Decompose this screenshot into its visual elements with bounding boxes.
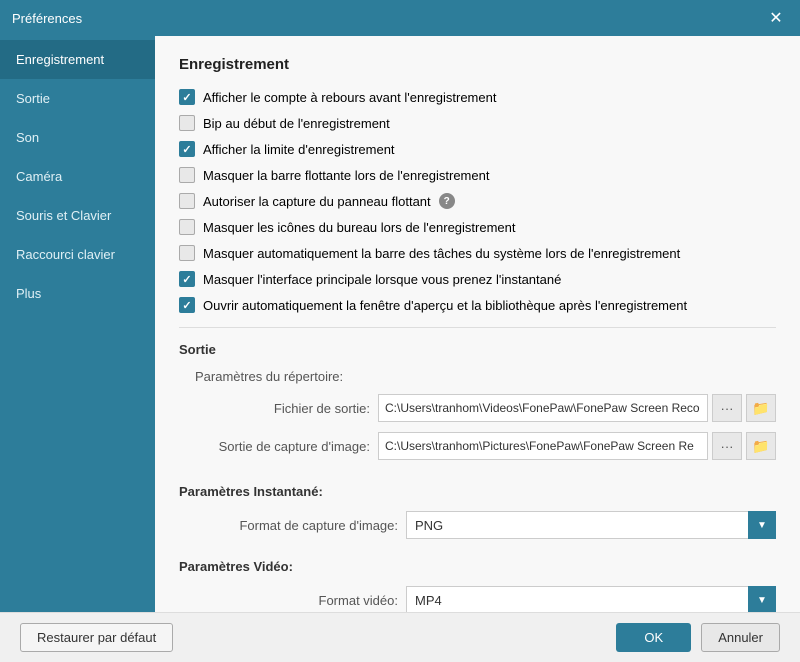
option-label-7: Masquer automatiquement la barre des tâc… [203,246,680,261]
format-image-select-wrap: PNG JPG BMP [406,511,776,539]
fichier-sortie-dots-button[interactable]: ··· [712,394,742,422]
format-video-label: Format vidéo: [319,593,398,608]
option-row-6: Masquer les icônes du bureau lors de l'e… [179,219,776,235]
fichier-sortie-label: Fichier de sortie: [274,401,370,416]
preferences-dialog: Préférences ✕ Enregistrement Sortie Son … [0,0,800,662]
option-row-2: Bip au début de l'enregistrement [179,115,776,131]
sortie-image-folder-button[interactable]: 📁 [746,432,776,460]
divider-1 [179,327,776,328]
checkbox-7[interactable] [179,245,195,261]
option-row-1: Afficher le compte à rebours avant l'enr… [179,89,776,105]
params-instantane-title: Paramètres Instantané: [179,484,776,499]
sortie-image-group: ··· 📁 [378,432,776,460]
sidebar-item-son[interactable]: Son [0,118,155,157]
params-video-title: Paramètres Vidéo: [179,559,776,574]
sidebar-item-plus[interactable]: Plus [0,274,155,313]
fichier-sortie-input[interactable] [378,394,708,422]
sidebar-item-camera[interactable]: Caméra [0,157,155,196]
sortie-image-input[interactable] [378,432,708,460]
main-content: Enregistrement Afficher le compte à rebo… [155,36,800,612]
title-bar: Préférences ✕ [0,0,800,36]
sidebar-item-raccourci[interactable]: Raccourci clavier [0,235,155,274]
checkbox-4[interactable] [179,167,195,183]
format-video-select[interactable]: MP4 AVI MOV FLV [406,586,776,612]
dialog-title: Préférences [12,11,82,26]
format-video-row: Format vidéo: MP4 AVI MOV FLV [179,586,776,612]
option-label-3: Afficher la limite d'enregistrement [203,142,395,157]
format-image-label: Format de capture d'image: [239,518,398,533]
section-title-enregistrement: Enregistrement [179,56,776,73]
sidebar: Enregistrement Sortie Son Caméra Souris … [0,36,155,612]
option-row-5: Autoriser la capture du panneau flottant… [179,193,776,209]
help-icon-5[interactable]: ? [439,193,455,209]
checkbox-6[interactable] [179,219,195,235]
folder-icon-1: 📁 [752,400,769,417]
checkbox-3[interactable] [179,141,195,157]
sortie-image-row: Sortie de capture d'image: ··· 📁 [195,432,776,460]
format-image-row: Format de capture d'image: PNG JPG BMP [179,511,776,539]
checkbox-1[interactable] [179,89,195,105]
sortie-section-title: Sortie [179,342,776,357]
close-button[interactable]: ✕ [764,6,788,30]
cancel-button[interactable]: Annuler [701,623,780,652]
option-row-4: Masquer la barre flottante lors de l'enr… [179,167,776,183]
option-label-8: Masquer l'interface principale lorsque v… [203,272,561,287]
option-row-7: Masquer automatiquement la barre des tâc… [179,245,776,261]
option-label-5: Autoriser la capture du panneau flottant [203,194,431,209]
option-row-9: Ouvrir automatiquement la fenêtre d'aper… [179,297,776,313]
option-label-6: Masquer les icônes du bureau lors de l'e… [203,220,515,235]
sidebar-item-sortie[interactable]: Sortie [0,79,155,118]
ok-button[interactable]: OK [616,623,691,652]
sortie-image-dots-button[interactable]: ··· [712,432,742,460]
footer-actions: OK Annuler [616,623,780,652]
dialog-body: Enregistrement Sortie Son Caméra Souris … [0,36,800,612]
option-row-8: Masquer l'interface principale lorsque v… [179,271,776,287]
fichier-sortie-folder-button[interactable]: 📁 [746,394,776,422]
sidebar-item-souris[interactable]: Souris et Clavier [0,196,155,235]
params-repertoire-title: Paramètres du répertoire: [195,369,776,384]
fichier-sortie-group: ··· 📁 [378,394,776,422]
option-label-9: Ouvrir automatiquement la fenêtre d'aper… [203,298,687,313]
footer: Restaurer par défaut OK Annuler [0,612,800,662]
sidebar-item-enregistrement[interactable]: Enregistrement [0,40,155,79]
sortie-image-label: Sortie de capture d'image: [219,439,370,454]
option-row-3: Afficher la limite d'enregistrement [179,141,776,157]
checkbox-8[interactable] [179,271,195,287]
checkbox-2[interactable] [179,115,195,131]
checkbox-5[interactable] [179,193,195,209]
option-label-1: Afficher le compte à rebours avant l'enr… [203,90,496,105]
fichier-sortie-row: Fichier de sortie: ··· 📁 [195,394,776,422]
option-label-2: Bip au début de l'enregistrement [203,116,390,131]
option-label-4: Masquer la barre flottante lors de l'enr… [203,168,489,183]
checkbox-9[interactable] [179,297,195,313]
format-video-select-wrap: MP4 AVI MOV FLV [406,586,776,612]
format-image-select[interactable]: PNG JPG BMP [406,511,776,539]
restore-defaults-button[interactable]: Restaurer par défaut [20,623,173,652]
folder-icon-2: 📁 [752,438,769,455]
